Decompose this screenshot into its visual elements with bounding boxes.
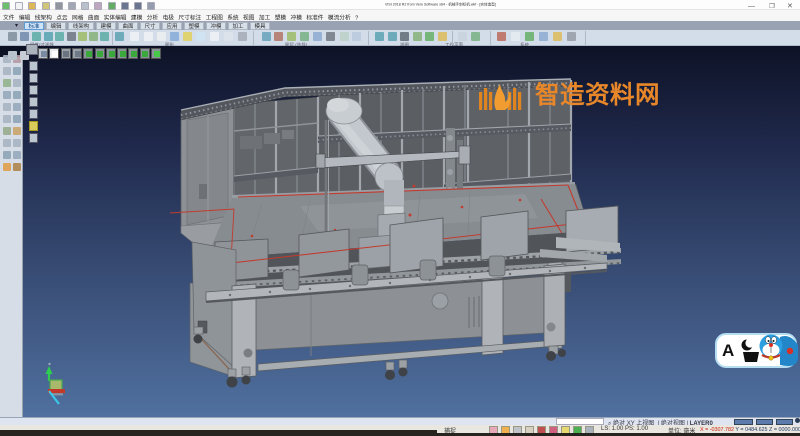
svg-text:A: A [722, 341, 734, 360]
svg-text:智造资料网: 智造资料网 [535, 80, 660, 109]
